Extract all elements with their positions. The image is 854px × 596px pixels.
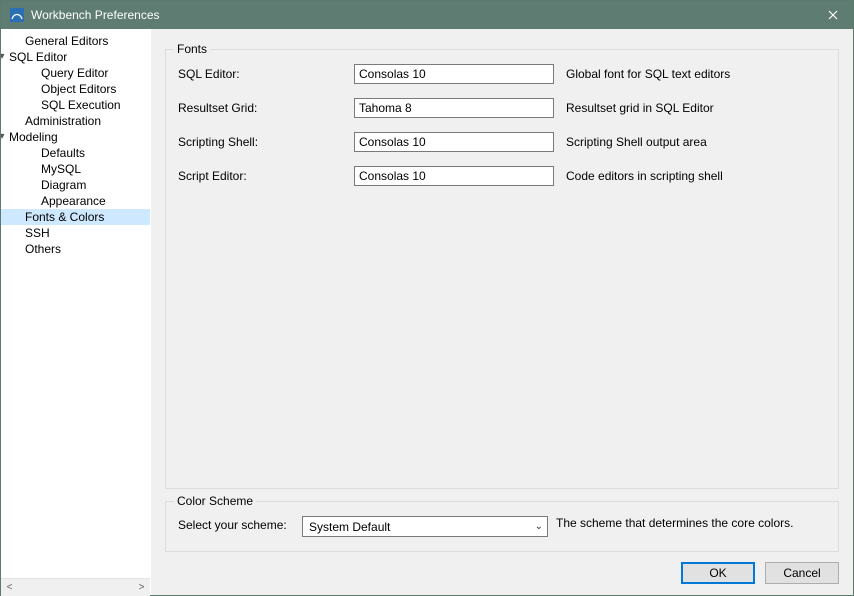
scroll-left-icon[interactable]: < (1, 579, 18, 596)
input-script-editor-font[interactable] (354, 166, 554, 186)
sidebar-horizontal-scrollbar[interactable]: < > (1, 578, 150, 595)
tree-item-administration[interactable]: Administration (1, 113, 150, 129)
select-color-scheme-value: System Default (309, 520, 390, 534)
color-scheme-legend: Color Scheme (174, 494, 256, 508)
tree-item-sql-execution[interactable]: SQL Execution (1, 97, 150, 113)
desc-color-scheme: The scheme that determines the core colo… (556, 516, 826, 530)
fonts-group: Fonts SQL Editor: Global font for SQL te… (165, 49, 839, 489)
input-scripting-shell-font[interactable] (354, 132, 554, 152)
label-scripting-shell-font: Scripting Shell: (178, 135, 354, 149)
tree-item-fonts-colors[interactable]: Fonts & Colors (1, 209, 150, 225)
input-sql-editor-font[interactable] (354, 64, 554, 84)
preferences-tree: General Editors ▾SQL Editor Query Editor… (1, 31, 150, 578)
scheme-row: Select your scheme: System Default ⌄ The… (178, 516, 826, 537)
sidebar: General Editors ▾SQL Editor Query Editor… (1, 29, 151, 595)
font-row-scripting-shell: Scripting Shell: Scripting Shell output … (178, 132, 826, 152)
chevron-down-icon: ⌄ (535, 521, 543, 532)
label-select-scheme: Select your scheme: (178, 516, 302, 532)
close-icon (828, 10, 838, 20)
desc-scripting-shell-font: Scripting Shell output area (566, 135, 826, 149)
tree-item-defaults[interactable]: Defaults (1, 145, 150, 161)
desc-sql-editor-font: Global font for SQL text editors (566, 67, 826, 81)
window-title: Workbench Preferences (31, 8, 813, 22)
ok-button[interactable]: OK (681, 562, 755, 584)
scroll-right-icon[interactable]: > (133, 579, 150, 596)
tree-item-general-editors[interactable]: General Editors (1, 33, 150, 49)
font-row-sql-editor: SQL Editor: Global font for SQL text edi… (178, 64, 826, 84)
fonts-legend: Fonts (174, 42, 210, 56)
tree-item-modeling[interactable]: ▾Modeling (1, 129, 150, 145)
select-color-scheme[interactable]: System Default ⌄ (302, 516, 548, 537)
desc-script-editor-font: Code editors in scripting shell (566, 169, 826, 183)
tree-item-query-editor[interactable]: Query Editor (1, 65, 150, 81)
body: General Editors ▾SQL Editor Query Editor… (1, 29, 853, 595)
tree-item-sql-editor[interactable]: ▾SQL Editor (1, 49, 150, 65)
cancel-button[interactable]: Cancel (765, 562, 839, 584)
desc-resultset-grid-font: Resultset grid in SQL Editor (566, 101, 826, 115)
preferences-window: Workbench Preferences General Editors ▾S… (0, 0, 854, 596)
font-row-script-editor: Script Editor: Code editors in scripting… (178, 166, 826, 186)
font-row-resultset-grid: Resultset Grid: Resultset grid in SQL Ed… (178, 98, 826, 118)
tree-item-object-editors[interactable]: Object Editors (1, 81, 150, 97)
label-script-editor-font: Script Editor: (178, 169, 354, 183)
color-scheme-group: Color Scheme Select your scheme: System … (165, 501, 839, 552)
label-resultset-grid-font: Resultset Grid: (178, 101, 354, 115)
app-icon (9, 7, 25, 23)
collapse-icon: ▾ (1, 129, 7, 145)
scroll-track[interactable] (18, 579, 133, 596)
tree-item-mysql[interactable]: MySQL (1, 161, 150, 177)
tree-item-appearance[interactable]: Appearance (1, 193, 150, 209)
tree-item-ssh[interactable]: SSH (1, 225, 150, 241)
close-button[interactable] (813, 1, 853, 29)
collapse-icon: ▾ (1, 49, 7, 65)
tree-item-others[interactable]: Others (1, 241, 150, 257)
tree-item-diagram[interactable]: Diagram (1, 177, 150, 193)
input-resultset-grid-font[interactable] (354, 98, 554, 118)
titlebar: Workbench Preferences (1, 1, 853, 29)
label-sql-editor-font: SQL Editor: (178, 67, 354, 81)
main-panel: Fonts SQL Editor: Global font for SQL te… (151, 29, 853, 595)
dialog-buttons: OK Cancel (165, 552, 839, 584)
